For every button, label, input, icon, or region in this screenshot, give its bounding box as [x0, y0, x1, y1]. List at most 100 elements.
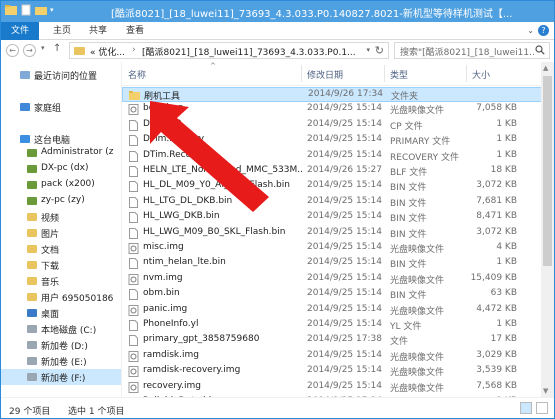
nav-item[interactable]: 视频 — [1, 209, 121, 225]
scroll-up-icon[interactable]: ▲ — [543, 64, 548, 72]
file-type: 光盘映像文件 — [390, 275, 445, 286]
column-separator[interactable] — [384, 65, 385, 82]
nav-item[interactable]: 用户 695050186 — [1, 289, 121, 305]
file-date: 2014/9/25 15:14 — [307, 149, 382, 160]
tab-file[interactable]: 文件 — [1, 22, 39, 40]
search-icon[interactable] — [535, 45, 545, 55]
nav-item[interactable]: 新加卷 (D:) — [1, 337, 121, 353]
file-name: HL_LWG_DKB.bin — [143, 211, 220, 222]
file-date: 2014/9/25 15:14 — [307, 118, 382, 129]
file-date: 2014/9/25 15:14 — [307, 303, 382, 314]
nav-item[interactable]: 新加卷 (E:) — [1, 353, 121, 369]
nav-item[interactable]: 下载 — [1, 257, 121, 273]
file-name: boot.img — [143, 103, 184, 114]
file-row[interactable]: PhoneInfo.yl 2014/9/25 15:14 YL 文件 1 KB — [122, 318, 542, 333]
file-row[interactable]: HELN_LTE_Nontrusted_MMC_533M... 2014/9/26… — [122, 164, 542, 179]
file-size: 1 KB — [496, 257, 517, 268]
nav-item[interactable]: 图片 — [1, 225, 121, 241]
nav-item[interactable]: 最近访问的位置 — [1, 67, 121, 83]
nav-item[interactable]: DX-pc (dx) — [1, 161, 121, 177]
downloads-icon — [26, 259, 38, 271]
tab-home[interactable]: 主页 — [45, 22, 79, 40]
file-row[interactable]: DTim.CP 2014/9/25 15:14 CP 文件 1 KB — [122, 118, 542, 133]
file-name: ntim_helan_lte.bin — [143, 257, 226, 268]
scroll-down-icon[interactable]: ▼ — [543, 387, 548, 395]
search-input[interactable]: 搜索"[酷派8021]_[18_luwei11..." — [394, 42, 550, 59]
file-row[interactable]: 刷机工具 2014/9/26 17:34 文件夹 — [122, 87, 542, 102]
vertical-scrollbar[interactable]: ▲ ▼ — [541, 62, 554, 397]
nav-item[interactable]: 家庭组 — [1, 99, 121, 115]
column-separator[interactable] — [466, 65, 467, 82]
nav-item[interactable]: 文档 — [1, 241, 121, 257]
tab-share[interactable]: 共享 — [81, 22, 115, 40]
file-size: 7,058 KB — [476, 103, 517, 114]
nav-item-label: 最近访问的位置 — [34, 72, 98, 82]
file-size: 18 KB — [490, 165, 517, 175]
nav-item-label: 桌面 — [41, 310, 60, 320]
column-date[interactable]: 修改日期 — [307, 68, 343, 81]
nav-item[interactable]: Administrator (z — [1, 145, 121, 161]
file-row[interactable]: ramdisk-recovery.img 2014/9/25 15:14 光盘映像文… — [122, 364, 542, 379]
file-row[interactable]: boot.img 2014/9/25 15:14 光盘映像文件 7,058 KB — [122, 102, 542, 117]
tab-view[interactable]: 查看 — [118, 22, 152, 40]
nav-item[interactable]: zy-pc (zy) — [1, 193, 121, 209]
file-name: primary_gpt_3858759680 — [143, 334, 260, 345]
qat-dropdown-icon[interactable]: ▾ — [50, 6, 54, 14]
file-row[interactable]: HL_DL_M09_Y0_AI_SKL_Flash.bin 2014/9/25 1… — [122, 179, 542, 194]
column-name[interactable]: 名称 — [128, 68, 146, 81]
file-row[interactable]: HL_LTG_DL_DKB.bin 2014/9/25 15:14 BIN 文件 7,… — [122, 195, 542, 210]
large-icons-view-icon[interactable] — [536, 402, 548, 414]
file-row[interactable]: misc.img 2014/9/25 15:14 光盘映像文件 4 KB — [122, 241, 542, 256]
expand-ribbon-icon[interactable]: ⌄ — [527, 26, 534, 35]
new-folder-icon[interactable] — [35, 4, 47, 16]
file-row[interactable]: nvm.img 2014/9/25 15:14 光盘映像文件 15,409 KB — [122, 272, 542, 287]
up-arrow-icon[interactable]: ↑ — [53, 43, 61, 54]
file-date: 2014/9/25 15:14 — [307, 365, 382, 376]
properties-icon[interactable] — [20, 4, 32, 16]
file-name: panic.img — [143, 303, 188, 314]
back-button[interactable]: ← — [6, 44, 19, 57]
column-header-row: ^ 名称 修改日期 类型 大小 — [122, 62, 542, 86]
nav-item[interactable]: 本地磁盘 (C:) — [1, 321, 121, 337]
breadcrumb-parent[interactable]: « 优化... — [90, 45, 125, 58]
nav-item[interactable]: 音乐 — [1, 273, 121, 289]
file-row[interactable]: recovery.img 2014/9/25 15:14 光盘映像文件 7,568 K… — [122, 380, 542, 395]
column-separator[interactable] — [301, 65, 302, 82]
scrollbar-thumb[interactable] — [543, 76, 552, 266]
file-row[interactable]: ntim_helan_lte.bin 2014/9/25 15:14 BIN 文件 1… — [122, 256, 542, 271]
file-type: 文件 — [390, 337, 409, 348]
file-size: 7,568 KB — [476, 380, 517, 391]
file-date: 2014/9/25 15:14 — [307, 211, 382, 222]
nav-item-label: DX-pc (dx) — [41, 163, 89, 173]
file-row[interactable]: ramdisk.img 2014/9/25 15:14 光盘映像文件 3,029 KB — [122, 349, 542, 364]
file-row[interactable]: HL_LWG_M09_B0_SKL_Flash.bin 2014/9/25 15:… — [122, 226, 542, 241]
file-name: HELN_LTE_Nontrusted_MMC_533M... — [143, 165, 303, 175]
breadcrumb-current[interactable]: [酷派8021]_[18_luwei11]_73693_4.3.033.P0.1… — [142, 45, 356, 58]
file-type: 光盘映像文件 — [390, 383, 445, 394]
nav-item-label: 视频 — [41, 214, 60, 224]
file-type: PRIMARY 文件 — [390, 137, 451, 148]
file-icon — [128, 258, 138, 270]
file-row[interactable]: DTim.Primary 2014/9/25 15:14 PRIMARY 文件 1 K… — [122, 133, 542, 148]
file-date: 2014/9/25 15:14 — [307, 242, 382, 252]
help-icon[interactable]: ? — [538, 25, 549, 36]
nav-item[interactable]: 新加卷 (F:) — [1, 369, 121, 385]
address-bar[interactable]: « 优化... › [酷派8021]_[18_luwei11]_73693_4.… — [69, 42, 389, 59]
file-row[interactable]: DTim.Recovery 2014/9/25 15:14 RECOVERY 文件 1… — [122, 149, 542, 164]
selection-count: 选中 1 个项目 — [68, 407, 125, 417]
file-date: 2014/9/25 15:14 — [307, 257, 382, 268]
file-name: HL_DL_M09_Y0_AI_SKL_Flash.bin — [143, 180, 290, 191]
details-view-icon[interactable] — [520, 402, 532, 414]
nav-item[interactable]: pack (x200) — [1, 177, 121, 193]
forward-button[interactable]: → — [23, 44, 36, 57]
recent-locations-dropdown-icon[interactable]: ▾ — [41, 44, 45, 52]
file-row[interactable]: panic.img 2014/9/25 15:14 光盘映像文件 4,472 KB — [122, 303, 542, 318]
refresh-icon[interactable]: ↻ — [375, 44, 384, 57]
file-row[interactable]: primary_gpt_3858759680 2014/9/25 17:38 文件 1… — [122, 333, 542, 348]
file-row[interactable]: HL_LWG_DKB.bin 2014/9/25 15:14 BIN 文件 8,471… — [122, 210, 542, 225]
file-row[interactable]: obm.bin 2014/9/25 15:14 BIN 文件 63 KB — [122, 287, 542, 302]
column-size[interactable]: 大小 — [472, 68, 490, 81]
address-dropdown-icon[interactable]: ▾ — [366, 46, 370, 54]
column-type[interactable]: 类型 — [390, 68, 408, 81]
nav-item[interactable]: 桌面 — [1, 305, 121, 321]
